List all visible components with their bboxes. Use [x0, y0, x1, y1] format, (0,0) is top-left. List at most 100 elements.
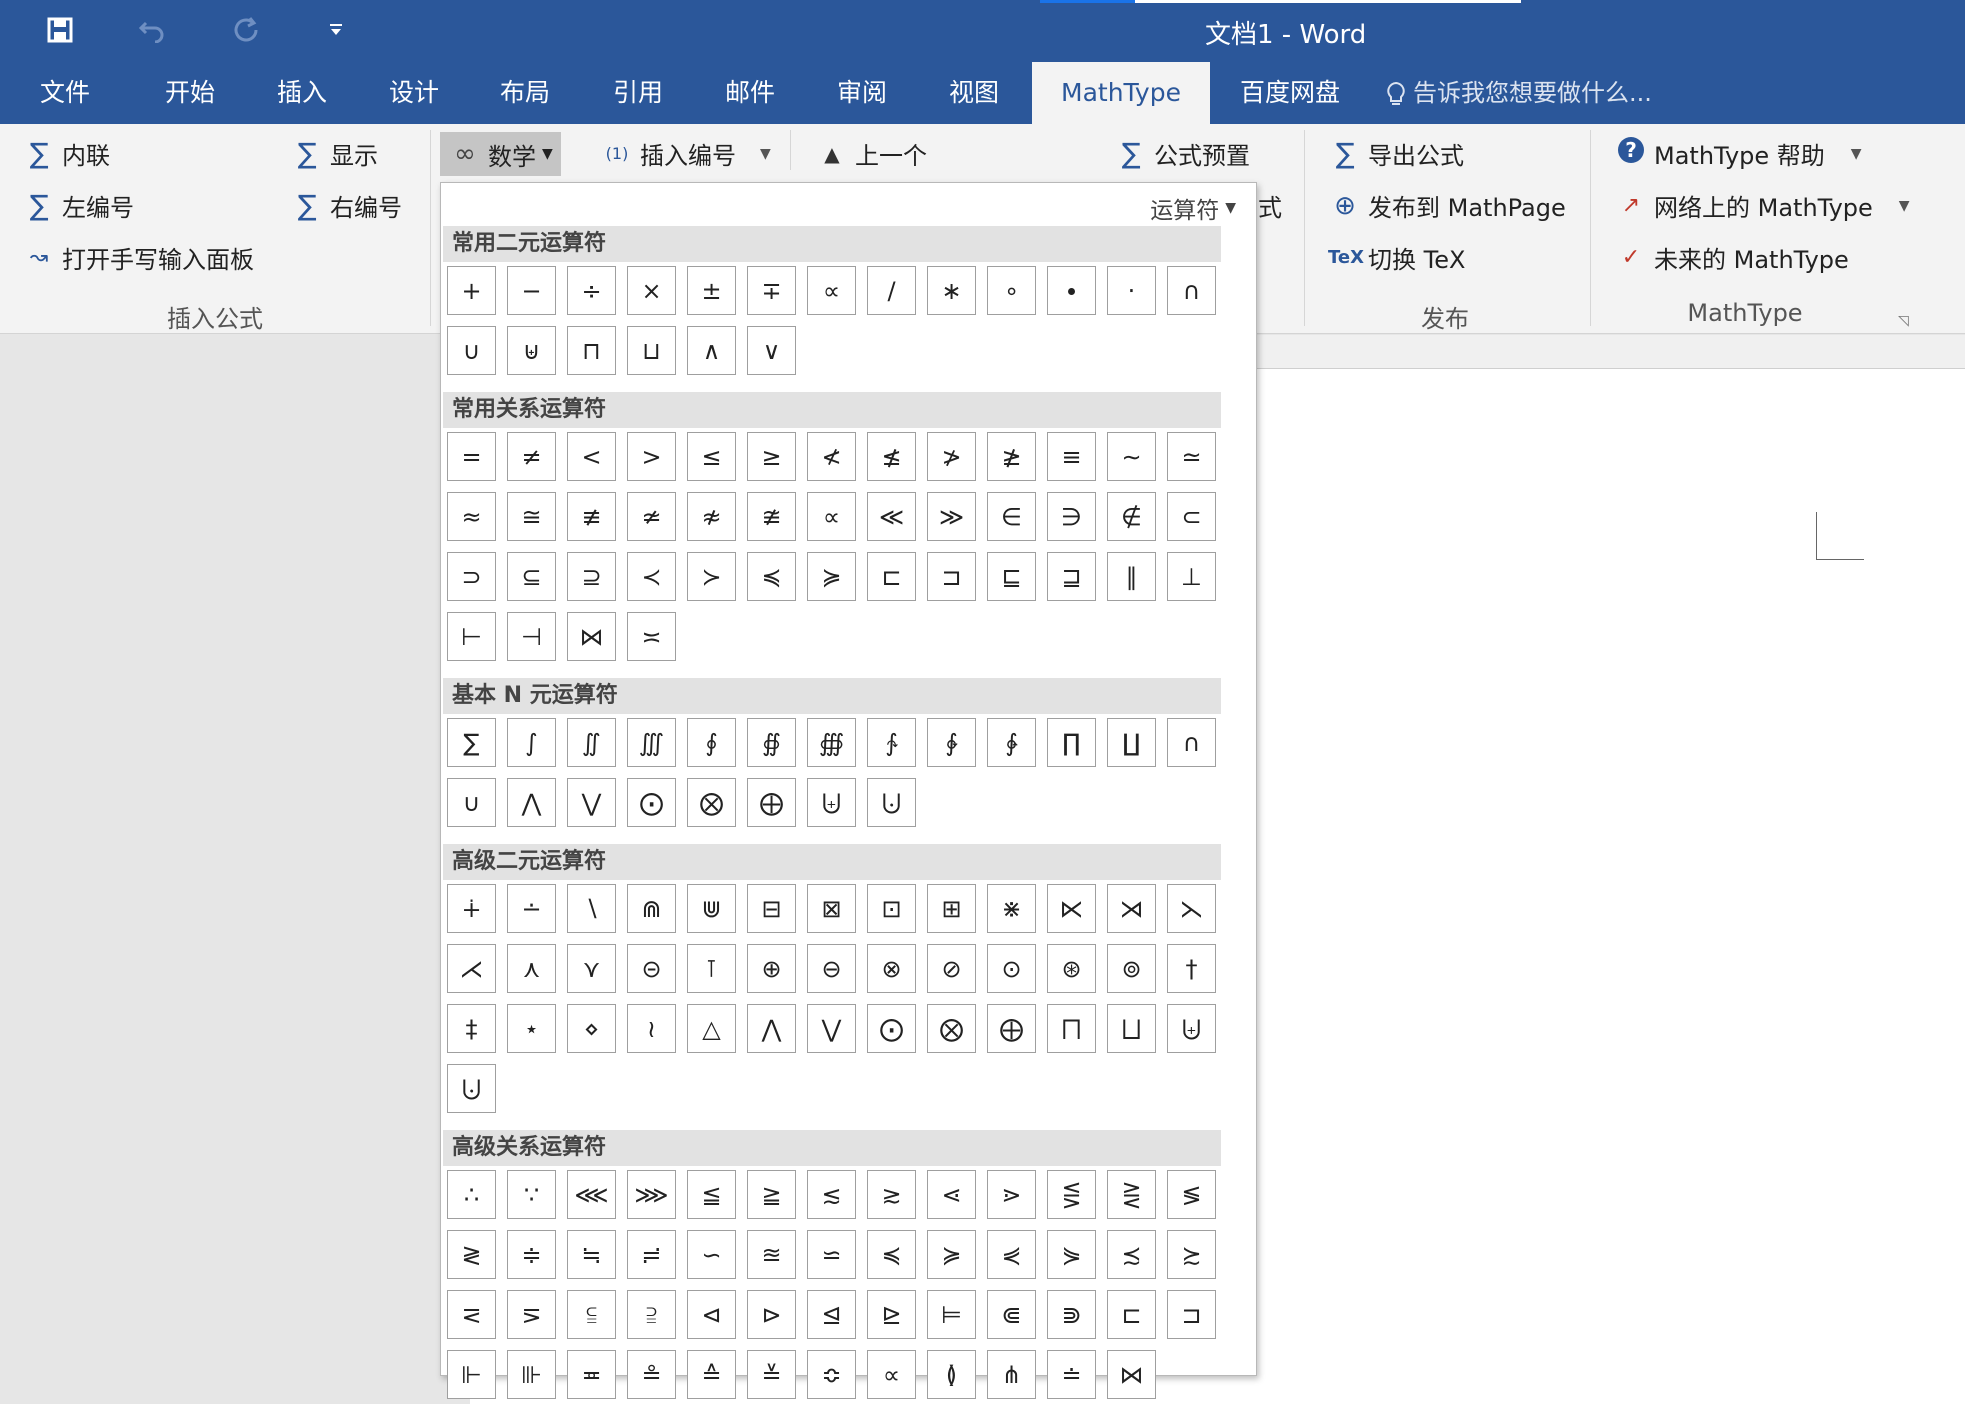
symbol-button[interactable]: − [507, 266, 556, 315]
symbol-button[interactable]: ⊓ [567, 326, 616, 375]
symbol-button[interactable]: ≥ [747, 432, 796, 481]
tab-insert[interactable]: 插入 [257, 62, 347, 124]
symbol-button[interactable]: ⊳ [747, 1290, 796, 1339]
symbol-button[interactable]: ∭ [627, 718, 676, 767]
symbol-button[interactable]: ⋉ [1047, 884, 1096, 933]
symbol-button[interactable]: ≄ [627, 492, 676, 541]
symbol-button[interactable]: ⋁ [807, 1004, 856, 1053]
symbol-button[interactable]: ∴ [447, 1170, 496, 1219]
symbol-button[interactable]: ∝ [807, 266, 856, 315]
symbol-button[interactable]: ⊘ [927, 944, 976, 993]
mathtype-help-button[interactable]: ? MathType 帮助 ▼ [1614, 136, 1862, 171]
symbol-button[interactable]: ‡ [447, 1004, 496, 1053]
tab-layout[interactable]: 布局 [480, 62, 570, 124]
symbol-button[interactable]: ⨄ [1167, 1004, 1216, 1053]
symbol-button[interactable]: ⊆ [507, 552, 556, 601]
symbol-button[interactable]: ⊞ [927, 884, 976, 933]
tab-home[interactable]: 开始 [145, 62, 235, 124]
symbol-button[interactable]: ⋇ [987, 884, 1036, 933]
symbol-button[interactable]: ∰ [807, 718, 856, 767]
symbol-button[interactable]: ∘ [987, 266, 1036, 315]
symbol-button[interactable]: ⊒ [1047, 552, 1096, 601]
symbol-button[interactable]: ⨆ [1107, 1004, 1156, 1053]
symbol-button[interactable]: ∧ [687, 326, 736, 375]
symbol-button[interactable]: ≅ [507, 492, 556, 541]
symbol-button[interactable]: ≫ [927, 492, 976, 541]
mathtype-online-button[interactable]: ↗ 网络上的 MathType ▼ [1614, 188, 1910, 223]
symbol-button[interactable]: ≺ [627, 552, 676, 601]
symbol-button[interactable]: ∽ [687, 1230, 736, 1279]
symbol-button[interactable]: ≐ [1047, 1350, 1096, 1399]
symbol-button[interactable]: ⊣ [507, 612, 556, 661]
symbol-button[interactable]: ≽ [807, 552, 856, 601]
symbol-button[interactable]: ⊨ [927, 1290, 976, 1339]
symbol-button[interactable]: ∋ [1047, 492, 1096, 541]
symbol-button[interactable]: > [627, 432, 676, 481]
symbol-button[interactable]: ⋜ [447, 1290, 496, 1339]
symbol-button[interactable]: ∕ [867, 266, 916, 315]
symbol-button[interactable]: ≮ [807, 432, 856, 481]
symbol-button[interactable]: ≃ [1167, 432, 1216, 481]
formula-preset-button[interactable]: ∑ 公式预置 [1114, 136, 1250, 171]
symbol-button[interactable]: ⊃ [447, 552, 496, 601]
symbol-button[interactable]: ∪ [447, 326, 496, 375]
symbol-button[interactable]: ∨ [747, 326, 796, 375]
symbol-button[interactable]: ⨁ [987, 1004, 1036, 1053]
dialog-launcher-icon[interactable]: ◹ [1898, 312, 1909, 329]
tab-review[interactable]: 审阅 [817, 62, 907, 124]
symbol-button[interactable]: ∪ [447, 778, 496, 827]
symbol-button[interactable]: ⊗ [867, 944, 916, 993]
symbol-button[interactable]: ≧ [747, 1170, 796, 1219]
symbol-button[interactable]: ≢ [567, 492, 616, 541]
right-number-button[interactable]: ∑ 右编号 [290, 188, 402, 223]
symbol-button[interactable]: ⊲ [687, 1290, 736, 1339]
symbol-button[interactable]: ⋘ [567, 1170, 616, 1219]
symbol-button[interactable]: ≻ [687, 552, 736, 601]
symbol-button[interactable]: ⋙ [627, 1170, 676, 1219]
symbol-button[interactable]: ⋊ [1107, 884, 1156, 933]
tab-mailings[interactable]: 邮件 [705, 62, 795, 124]
math-dropdown-button[interactable]: ∞ 数学 ▼ [440, 132, 561, 176]
tab-references[interactable]: 引用 [593, 62, 683, 124]
symbol-button[interactable]: + [447, 266, 496, 315]
symbol-button[interactable]: ∫ [507, 718, 556, 767]
symbol-button[interactable]: ± [687, 266, 736, 315]
symbol-button[interactable]: ⋀ [747, 1004, 796, 1053]
symbol-button[interactable]: ∝ [867, 1350, 916, 1399]
left-number-button[interactable]: ∑ 左编号 [22, 188, 134, 223]
symbol-button[interactable]: ⊇ [567, 552, 616, 601]
inline-button[interactable]: ∑ 内联 [22, 136, 110, 171]
symbol-button[interactable]: ⋍ [807, 1230, 856, 1279]
symbol-button[interactable]: ⊚ [1107, 944, 1156, 993]
symbol-button[interactable]: ⊂ [1167, 492, 1216, 541]
symbol-button[interactable]: ⋖ [927, 1170, 976, 1219]
symbol-button[interactable]: ∉ [1107, 492, 1156, 541]
symbol-button[interactable]: ⊏ [1107, 1290, 1156, 1339]
symbol-button[interactable]: ≠ [507, 432, 556, 481]
symbol-button[interactable]: ≒ [567, 1230, 616, 1279]
symbol-button[interactable]: ≓ [627, 1230, 676, 1279]
symbol-button[interactable]: † [1167, 944, 1216, 993]
symbol-button[interactable]: ≈ [447, 492, 496, 541]
symbol-button[interactable]: ⊪ [507, 1350, 556, 1399]
symbol-button[interactable]: ⋆ [507, 1004, 556, 1053]
tab-mathtype[interactable]: MathType [1032, 62, 1210, 124]
symbol-button[interactable]: ∝ [807, 492, 856, 541]
symbol-button[interactable]: ≑ [507, 1230, 556, 1279]
symbol-button[interactable]: ∬ [567, 718, 616, 767]
symbol-button[interactable]: ≳ [867, 1170, 916, 1219]
symbol-button[interactable]: ⊵ [867, 1290, 916, 1339]
symbol-button[interactable]: ∏ [1047, 718, 1096, 767]
symbol-button[interactable]: ⊟ [747, 884, 796, 933]
symbol-button[interactable]: ⨄ [807, 778, 856, 827]
handwriting-panel-button[interactable]: ↝ 打开手写输入面板 [22, 240, 254, 275]
symbol-button[interactable]: ∐ [1107, 718, 1156, 767]
symbol-button[interactable]: ⋁ [567, 778, 616, 827]
symbol-button[interactable]: ≇ [747, 492, 796, 541]
symbol-button[interactable]: ⨂ [927, 1004, 976, 1053]
symbol-button[interactable]: ⊎ [507, 326, 556, 375]
symbol-button[interactable]: ⫅ [567, 1290, 616, 1339]
symbol-button[interactable]: ÷ [567, 266, 616, 315]
symbol-button[interactable]: ≼ [867, 1230, 916, 1279]
symbol-button[interactable]: ⊔ [627, 326, 676, 375]
